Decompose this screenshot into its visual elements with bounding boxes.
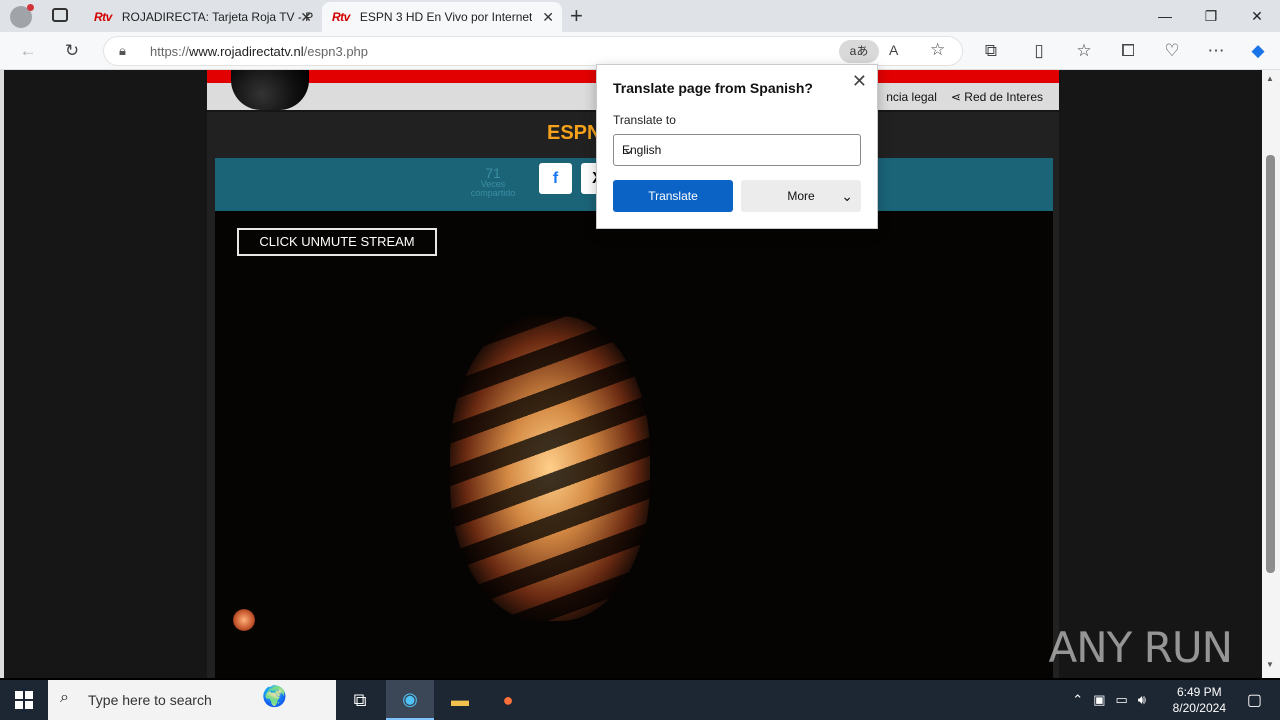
- favorite-star-icon[interactable]: ☆: [930, 40, 945, 60]
- tab-rojadirecta[interactable]: Rtv ROJADIRECTA: Tarjeta Roja TV - P ✕: [84, 2, 320, 32]
- browser-essentials-icon[interactable]: ♡: [1158, 38, 1186, 64]
- tab-espn3[interactable]: Rtv ESPN 3 HD En Vivo por Internet ✕: [322, 2, 562, 32]
- minimize-icon[interactable]: —: [1142, 0, 1188, 32]
- chevron-down-icon: ⌄: [841, 188, 853, 204]
- restore-icon[interactable]: ❐: [1188, 0, 1234, 32]
- nav-link-aviso-legal[interactable]: ncia legal: [886, 90, 937, 104]
- back-icon[interactable]: ←: [14, 38, 42, 64]
- system-clock[interactable]: 6:49 PM 8/20/2024: [1173, 684, 1226, 716]
- facebook-share-icon[interactable]: f: [539, 163, 572, 194]
- edge-taskbar-icon[interactable]: ◉: [386, 680, 434, 720]
- copilot-icon[interactable]: ◆: [1244, 38, 1272, 64]
- windows-logo-icon: [15, 691, 33, 709]
- browser-title-bar: Rtv ROJADIRECTA: Tarjeta Roja TV - P ✕ R…: [0, 0, 1280, 32]
- video-player[interactable]: CLICK UNMUTE STREAM: [215, 211, 1053, 678]
- windows-taskbar: ⌕ Type here to search 🌍 ⧉ ◉ ▬ ● ⌃ ▣ ▭ 🔊︎…: [0, 680, 1280, 720]
- language-select[interactable]: English ⌄: [613, 134, 861, 166]
- share-count: 71 Veces compartido: [470, 165, 516, 198]
- tab-title: ESPN 3 HD En Vivo por Internet: [359, 10, 533, 24]
- url-text[interactable]: https://www.rojadirectatv.nl/espn3.php: [150, 44, 368, 59]
- clock-date: 8/20/2024: [1172, 701, 1226, 715]
- favorites-icon[interactable]: ☆: [1070, 38, 1098, 64]
- close-tab-icon[interactable]: ✕: [300, 9, 312, 26]
- page-left-edge: [0, 70, 4, 678]
- clock-time: 6:49 PM: [1176, 685, 1222, 699]
- search-icon: ⌕: [60, 689, 69, 706]
- close-popup-icon[interactable]: ✕: [852, 71, 867, 92]
- close-tab-icon[interactable]: ✕: [542, 9, 554, 26]
- start-button[interactable]: [0, 680, 48, 720]
- volume-icon[interactable]: 🔊︎: [1138, 692, 1146, 708]
- rtv-favicon-icon: Rtv: [332, 10, 350, 24]
- collections-icon[interactable]: ⧠: [1114, 38, 1142, 64]
- chevron-down-icon: ⌄: [622, 141, 636, 158]
- header-nav: ncia legal ⋖ Red de Interes: [886, 90, 1043, 104]
- lock-icon[interactable]: 🔒︎: [119, 43, 126, 59]
- new-tab-icon[interactable]: +: [570, 3, 583, 29]
- network-icon[interactable]: ▭: [1116, 692, 1128, 708]
- scroll-down-icon[interactable]: ▼: [1266, 660, 1274, 669]
- taskbar-search[interactable]: ⌕ Type here to search 🌍: [48, 680, 336, 720]
- translate-popup: Translate page from Spanish? ✕ Translate…: [596, 64, 878, 229]
- site-logo-image[interactable]: [231, 70, 309, 110]
- chevron-up-icon[interactable]: ⌃: [1072, 692, 1083, 708]
- page-scrollbar[interactable]: ▲ ▼: [1262, 70, 1280, 678]
- nav-link-red-de-interes[interactable]: ⋖ Red de Interes: [951, 90, 1043, 104]
- rtv-favicon-icon: Rtv: [94, 10, 112, 24]
- page-title: ESPN: [547, 122, 602, 144]
- scrollbar-thumb[interactable]: [1266, 155, 1275, 573]
- firefox-icon[interactable]: ●: [484, 680, 532, 720]
- meet-now-icon[interactable]: ▣: [1093, 692, 1105, 708]
- video-light-spot: [233, 609, 255, 631]
- scroll-up-icon[interactable]: ▲: [1266, 74, 1274, 83]
- more-menu-icon[interactable]: ⋯: [1202, 38, 1230, 64]
- more-button[interactable]: More ⌄: [741, 180, 861, 212]
- share-icon: ⋖: [950, 90, 965, 104]
- popup-title: Translate page from Spanish?: [613, 80, 813, 96]
- notification-icon[interactable]: ▢: [1247, 690, 1262, 710]
- translate-icon[interactable]: aあ: [839, 40, 879, 63]
- unmute-stream-button[interactable]: CLICK UNMUTE STREAM: [237, 228, 437, 256]
- read-aloud-icon[interactable]: A: [889, 42, 898, 58]
- task-view-icon[interactable]: ⧉: [336, 680, 384, 720]
- address-bar[interactable]: 🔒︎ https://www.rojadirectatv.nl/espn3.ph…: [103, 36, 963, 66]
- translate-to-label: Translate to: [613, 113, 676, 127]
- refresh-icon[interactable]: ↻: [58, 38, 86, 64]
- translate-button[interactable]: Translate: [613, 180, 733, 212]
- close-window-icon[interactable]: ✕: [1234, 0, 1280, 32]
- extensions-icon[interactable]: ⧉: [977, 38, 1005, 64]
- video-frame-image: [450, 316, 650, 621]
- anyrun-watermark: ANY RUN: [1048, 623, 1233, 672]
- tab-title: ROJADIRECTA: Tarjeta Roja TV - P: [121, 10, 314, 24]
- split-screen-icon[interactable]: ▯: [1025, 38, 1053, 64]
- tab-actions-icon[interactable]: [52, 8, 68, 22]
- search-highlight-icon: 🌍: [262, 686, 287, 708]
- search-placeholder: Type here to search: [88, 692, 212, 708]
- notification-dot: [27, 4, 34, 11]
- file-explorer-icon[interactable]: ▬: [436, 680, 484, 720]
